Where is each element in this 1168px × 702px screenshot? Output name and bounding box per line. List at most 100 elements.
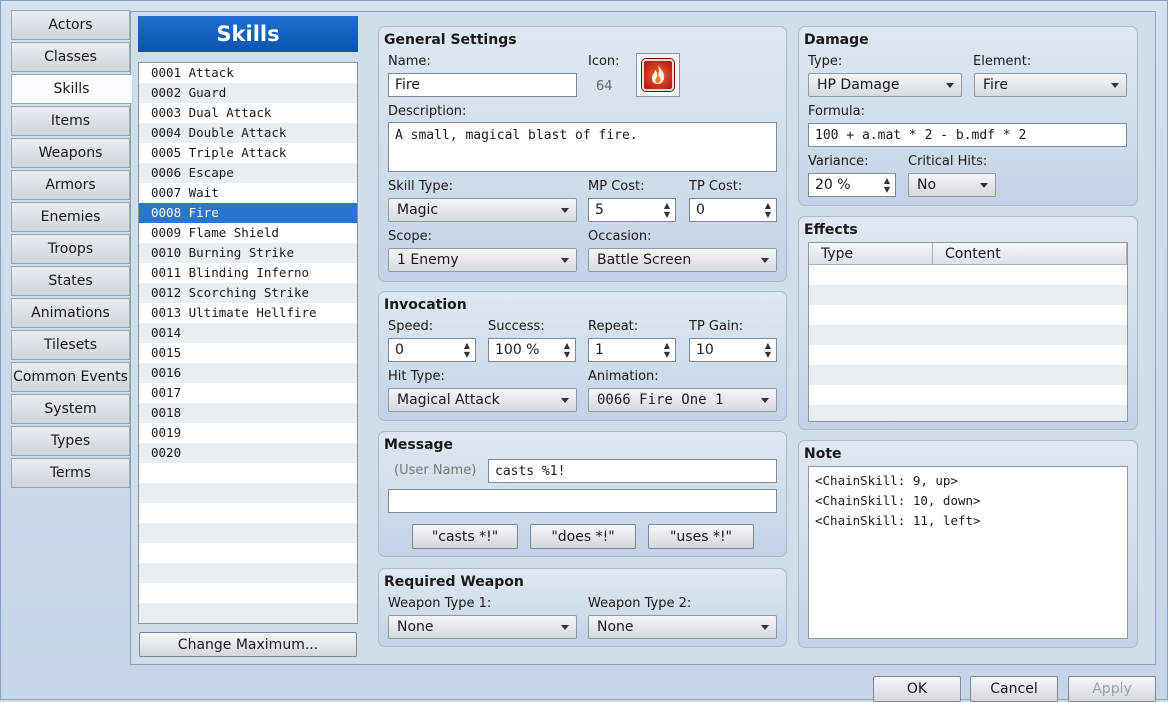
tp-gain-stepper[interactable]: 10 ▲ ▼ <box>689 338 777 362</box>
table-row[interactable] <box>809 325 1127 345</box>
spinner-icon[interactable]: ▲ ▼ <box>662 201 672 219</box>
list-item[interactable] <box>139 603 357 623</box>
tab-common-events[interactable]: Common Events <box>11 362 130 392</box>
tab-types[interactable]: Types <box>11 426 130 456</box>
scope-select[interactable]: 1 Enemy <box>388 248 577 272</box>
change-maximum-button[interactable]: Change Maximum... <box>139 632 357 657</box>
table-row[interactable] <box>809 345 1127 365</box>
speed-stepper[interactable]: 0 ▲ ▼ <box>388 338 476 362</box>
list-item[interactable]: 0003 Dual Attack <box>139 103 357 123</box>
column-header-content[interactable]: Content <box>933 243 1127 265</box>
tab-items[interactable]: Items <box>11 106 130 136</box>
list-item[interactable]: 0009 Flame Shield <box>139 223 357 243</box>
tab-armors[interactable]: Armors <box>11 170 130 200</box>
cancel-button[interactable]: Cancel <box>970 676 1058 702</box>
weapon-type2-select[interactable]: None <box>588 615 777 639</box>
casts-template-button[interactable]: "casts *!" <box>412 524 518 549</box>
note-field[interactable]: <ChainSkill: 9, up> <ChainSkill: 10, dow… <box>808 466 1128 639</box>
tab-classes[interactable]: Classes <box>11 42 130 72</box>
list-item[interactable]: 0015 <box>139 343 357 363</box>
column-header-type[interactable]: Type <box>809 243 933 265</box>
formula-field[interactable]: 100 + a.mat * 2 - b.mdf * 2 <box>808 123 1127 147</box>
list-item[interactable] <box>139 543 357 563</box>
list-item[interactable]: 0020 <box>139 443 357 463</box>
tab-states[interactable]: States <box>11 266 130 296</box>
name-field[interactable]: Fire <box>388 73 577 97</box>
list-item[interactable]: 0014 <box>139 323 357 343</box>
list-item[interactable]: 0005 Triple Attack <box>139 143 357 163</box>
apply-button[interactable]: Apply <box>1068 676 1156 702</box>
list-item[interactable]: 0008 Fire <box>139 203 357 223</box>
spinner-icon[interactable]: ▲ ▼ <box>662 341 672 359</box>
mp-cost-stepper[interactable]: 5 ▲ ▼ <box>588 198 676 222</box>
mp-cost-value: 5 <box>595 202 604 218</box>
list-item[interactable]: 0007 Wait <box>139 183 357 203</box>
list-item[interactable]: 0004 Double Attack <box>139 123 357 143</box>
tp-cost-stepper[interactable]: 0 ▲ ▼ <box>689 198 777 222</box>
table-row[interactable] <box>809 405 1127 421</box>
list-item[interactable]: 0018 <box>139 403 357 423</box>
list-item[interactable] <box>139 583 357 603</box>
does-template-button[interactable]: "does *!" <box>530 524 636 549</box>
list-item[interactable]: 0011 Blinding Inferno <box>139 263 357 283</box>
damage-type-select[interactable]: HP Damage <box>808 73 962 97</box>
list-item[interactable] <box>139 523 357 543</box>
note-line: <ChainSkill: 11, left> <box>815 513 981 528</box>
list-item[interactable] <box>139 463 357 483</box>
list-item[interactable]: 0012 Scorching Strike <box>139 283 357 303</box>
table-row[interactable] <box>809 265 1127 285</box>
list-item[interactable] <box>139 563 357 583</box>
chevron-down-icon <box>980 183 988 188</box>
skills-list[interactable]: 0001 Attack 0002 Guard 0003 Dual Attack 000… <box>138 62 358 624</box>
weapon-type1-select[interactable]: None <box>388 615 577 639</box>
list-item[interactable]: 0010 Burning Strike <box>139 243 357 263</box>
spinner-icon[interactable]: ▲ ▼ <box>462 341 472 359</box>
list-item[interactable]: 0006 Escape <box>139 163 357 183</box>
ok-button[interactable]: OK <box>873 676 961 702</box>
success-stepper[interactable]: 100 % ▲ ▼ <box>488 338 576 362</box>
spinner-icon[interactable]: ▲ ▼ <box>763 341 773 359</box>
spinner-icon[interactable]: ▲ ▼ <box>882 176 892 194</box>
list-item[interactable]: 0013 Ultimate Hellfire <box>139 303 357 323</box>
message-line2-field[interactable] <box>388 489 777 513</box>
variance-stepper[interactable]: 20 % ▲ ▼ <box>808 173 896 197</box>
list-item[interactable]: 0001 Attack <box>139 63 357 83</box>
chevron-down-icon <box>761 398 769 403</box>
hit-type-select[interactable]: Magical Attack <box>388 388 577 412</box>
list-item[interactable] <box>139 503 357 523</box>
effects-table[interactable]: Type Content <box>808 242 1128 422</box>
tp-gain-label: TP Gain: <box>689 319 744 334</box>
tab-skills[interactable]: Skills <box>11 74 132 104</box>
tab-terms[interactable]: Terms <box>11 458 130 488</box>
tab-weapons[interactable]: Weapons <box>11 138 130 168</box>
tab-actors[interactable]: Actors <box>11 10 130 40</box>
uses-template-button[interactable]: "uses *!" <box>648 524 754 549</box>
description-field[interactable]: A small, magical blast of fire. <box>388 122 777 172</box>
list-item[interactable]: 0019 <box>139 423 357 443</box>
user-name-placeholder: (User Name) <box>394 463 477 478</box>
list-item[interactable]: 0016 <box>139 363 357 383</box>
table-row[interactable] <box>809 385 1127 405</box>
list-item[interactable] <box>139 483 357 503</box>
icon-picker[interactable] <box>636 53 680 97</box>
tab-troops[interactable]: Troops <box>11 234 130 264</box>
spinner-icon[interactable]: ▲ ▼ <box>763 201 773 219</box>
list-item[interactable]: 0017 <box>139 383 357 403</box>
table-row[interactable] <box>809 285 1127 305</box>
animation-select[interactable]: 0066 Fire One 1 <box>588 388 777 412</box>
list-item[interactable]: 0002 Guard <box>139 83 357 103</box>
weapon-type2-label: Weapon Type 2: <box>588 596 692 611</box>
element-select[interactable]: Fire <box>974 73 1127 97</box>
critical-hits-select[interactable]: No <box>908 173 996 197</box>
tab-enemies[interactable]: Enemies <box>11 202 130 232</box>
occasion-select[interactable]: Battle Screen <box>588 248 777 272</box>
tab-tilesets[interactable]: Tilesets <box>11 330 130 360</box>
tab-system[interactable]: System <box>11 394 130 424</box>
tab-animations[interactable]: Animations <box>11 298 130 328</box>
table-row[interactable] <box>809 305 1127 325</box>
message-line1-field[interactable]: casts %1! <box>488 459 777 483</box>
skill-type-select[interactable]: Magic <box>388 198 577 222</box>
table-row[interactable] <box>809 365 1127 385</box>
spinner-icon[interactable]: ▲ ▼ <box>562 341 572 359</box>
repeat-stepper[interactable]: 1 ▲ ▼ <box>588 338 676 362</box>
